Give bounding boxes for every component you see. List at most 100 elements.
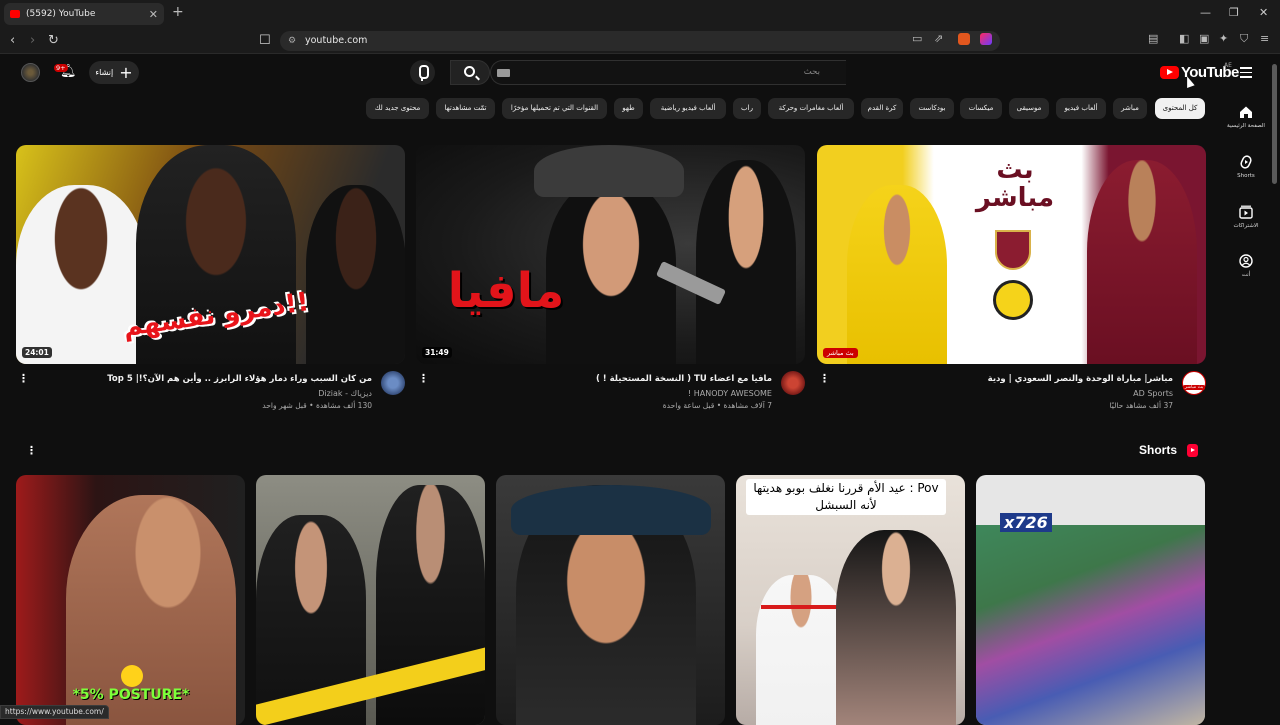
channel-avatar[interactable]	[381, 371, 405, 395]
more-actions-icon[interactable]: ⋮	[18, 372, 29, 385]
short-overlay-text: Pov : عيد الأم قررنا نغلف بوبو هديتها لأ…	[746, 479, 946, 515]
video-thumbnail[interactable]: دمرو نفسهم!! 24:01	[16, 145, 405, 364]
shorts-heading: Shorts	[1139, 443, 1178, 457]
brave-shield-icon[interactable]	[958, 33, 970, 45]
short-thumbnail[interactable]: *5% POSTURE*	[16, 475, 245, 725]
back-icon[interactable]: ‹	[10, 33, 15, 48]
video-title[interactable]: مباشر| مباراة الوحدة والنصر السعودي | ود…	[817, 373, 1173, 386]
tab-title: (5592) YouTube	[26, 9, 96, 19]
close-tab-icon[interactable]: ✕	[149, 8, 158, 21]
country-code: AE	[1224, 62, 1232, 69]
site-info-icon[interactable]: ⚙	[288, 31, 296, 51]
short-thumbnail[interactable]	[256, 475, 485, 725]
short-thumbnail[interactable]	[496, 475, 725, 725]
leo-ai-icon[interactable]: ✦	[1219, 32, 1228, 45]
sidebar-toggle-icon[interactable]: ◧	[1179, 32, 1189, 45]
player-left-figure	[847, 185, 947, 364]
chip-new-to-you[interactable]: محتوى جديد لك	[366, 98, 429, 119]
player-right-figure	[1087, 160, 1197, 364]
restore-icon[interactable]: ❐	[1229, 6, 1239, 19]
share-icon[interactable]: ⇗	[934, 32, 943, 45]
chip-podcasts[interactable]: بودكاست	[910, 98, 954, 119]
create-button[interactable]: إنشاء +	[89, 61, 139, 84]
chip-rap[interactable]: راب	[733, 98, 761, 119]
chip-mixes[interactable]: ميكسات	[960, 98, 1002, 119]
chip-sports-games[interactable]: ألعاب فيديو رياضية	[650, 98, 726, 119]
chip-recently-uploaded[interactable]: القنوات التي تم تحميلها مؤخرًا	[502, 98, 607, 119]
short-thumbnail[interactable]: Pov : عيد الأم قررنا نغلف بوبو هديتها لأ…	[736, 475, 965, 725]
sidebar-item-you[interactable]: أنت	[1224, 254, 1268, 278]
channel-avatar[interactable]	[781, 371, 805, 395]
video-duration: 31:49	[422, 347, 452, 358]
cast-icon[interactable]: ▭	[912, 32, 922, 45]
forward-icon[interactable]: ›	[30, 33, 35, 48]
sidebar-item-label: الصفحة الرئيسية	[1227, 123, 1265, 129]
plus-icon: +	[119, 62, 133, 82]
browser-tab[interactable]: (5592) YouTube ✕	[4, 3, 164, 25]
chip-all[interactable]: كل المحتوى	[1155, 98, 1205, 119]
voice-search-button[interactable]	[410, 60, 435, 85]
chip-music[interactable]: موسيقى	[1009, 98, 1049, 119]
chip-football[interactable]: كرة القدم	[861, 98, 903, 119]
short-thumbnail[interactable]: x726	[976, 475, 1205, 725]
video-duration: 24:01	[22, 347, 52, 358]
reader-icon[interactable]: ▤	[1148, 32, 1158, 45]
search-button[interactable]	[450, 60, 490, 85]
sidebar-item-home[interactable]: الصفحة الرئيسية	[1224, 105, 1268, 129]
video-thumbnail[interactable]: مافيا 31:49	[416, 145, 805, 364]
sidebar-item-label: الاشتراكات	[1233, 223, 1259, 229]
chip-video-games[interactable]: ألعاب فيديو	[1056, 98, 1106, 119]
more-actions-icon[interactable]: ⋮	[418, 372, 429, 385]
chip-cooking[interactable]: طهو	[614, 98, 643, 119]
sidebar-item-subscriptions[interactable]: الاشتراكات	[1224, 205, 1268, 229]
page-scrollbar[interactable]	[1272, 64, 1277, 184]
chip-action-adventure[interactable]: ألعاب مغامرات وحركة	[768, 98, 854, 119]
youtube-favicon-icon	[10, 10, 20, 18]
browser-tab-bar: (5592) YouTube ✕ + — ❐ ✕	[0, 0, 1280, 28]
subscriptions-icon	[1239, 205, 1253, 219]
channel-name[interactable]: HANODY AWESOME !	[416, 389, 772, 398]
youtube-logo[interactable]: YouTube AE	[1160, 62, 1239, 81]
child-figure	[756, 575, 846, 725]
close-window-icon[interactable]: ✕	[1259, 6, 1268, 19]
short-overlay-text: x726	[1000, 513, 1052, 532]
youtube-play-icon	[1160, 66, 1179, 79]
minimize-icon[interactable]: —	[1200, 6, 1211, 19]
thumb-live-text-1: بث	[996, 155, 1034, 185]
vpn-icon[interactable]: ⛉	[1240, 32, 1248, 46]
reload-icon[interactable]: ↻	[48, 33, 59, 48]
home-icon	[1240, 106, 1252, 118]
brave-rewards-icon[interactable]	[980, 33, 992, 45]
new-tab-button[interactable]: +	[172, 4, 184, 20]
bookmark-icon[interactable]: ☐	[259, 33, 271, 48]
shelf-more-icon[interactable]: ⋮	[26, 444, 37, 457]
more-actions-icon[interactable]: ⋮	[819, 372, 830, 385]
channel-name[interactable]: AD Sports	[817, 389, 1173, 398]
guide-menu-icon[interactable]	[1240, 67, 1252, 81]
video-stats: 7 آلاف مشاهدة • قبل ساعة واحدة	[662, 401, 772, 410]
video-title[interactable]: من كان السبب وراء دمار هؤلاء الرابرز .. …	[16, 373, 372, 386]
video-thumbnail[interactable]: بث مباشر بث مباشر	[817, 145, 1206, 364]
search-input[interactable]: بحث	[490, 60, 846, 85]
channel-name[interactable]: ديزياك - Diziak	[16, 389, 372, 398]
video-meta: من كان السبب وراء دمار هؤلاء الرابرز .. …	[16, 370, 405, 410]
wallet-icon[interactable]: ▣	[1199, 32, 1209, 45]
store-scene	[976, 525, 1205, 725]
woman-figure	[836, 530, 956, 725]
cap-shape	[511, 485, 711, 535]
channel-avatar[interactable]: بث مباشر	[1182, 371, 1206, 395]
chip-live[interactable]: مباشر	[1113, 98, 1147, 119]
account-avatar[interactable]	[21, 63, 40, 82]
sidebar-item-label: Shorts	[1237, 173, 1255, 179]
club-crest-icon	[993, 280, 1033, 320]
keyboard-icon[interactable]	[497, 69, 510, 77]
address-bar[interactable]: ⚙ youtube.com	[280, 31, 1000, 51]
sidebar-item-shorts[interactable]: Shorts	[1224, 155, 1268, 179]
video-title[interactable]: مافيا مع اعضاء TU ( النسخة المستحيلة ! )	[416, 373, 772, 386]
chip-watched[interactable]: تمّت مشاهدتها	[436, 98, 495, 119]
category-chips: كل المحتوى مباشر ألعاب فيديو موسيقى ميكس…	[0, 98, 1215, 120]
menu-icon[interactable]: ≡	[1260, 32, 1269, 45]
short-overlay-text: *5% POSTURE*	[72, 687, 190, 703]
shorts-logo-icon	[1187, 444, 1198, 457]
search-icon	[464, 66, 475, 77]
